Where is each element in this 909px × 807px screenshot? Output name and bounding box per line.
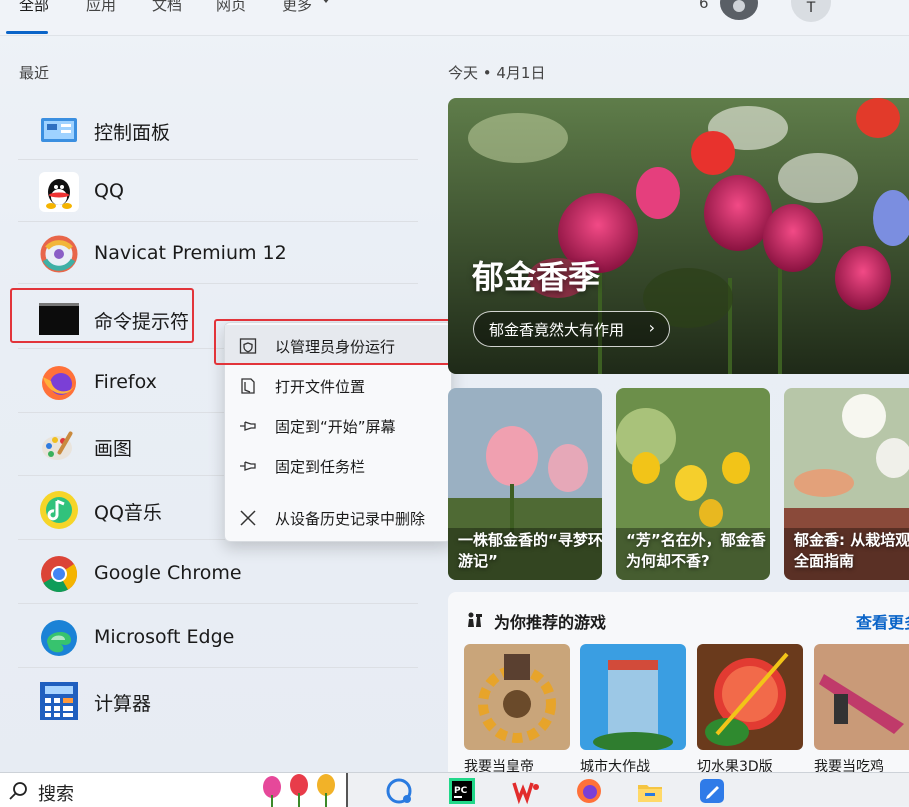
app-item-microsoft-edge[interactable]: Microsoft Edge bbox=[18, 606, 418, 668]
tab-documents[interactable]: 文档 bbox=[152, 0, 182, 15]
app-name: Navicat Premium 12 bbox=[94, 242, 287, 264]
app-item-control-panel[interactable]: 控制面板 bbox=[18, 98, 418, 160]
taskbar-search-box[interactable]: 搜索 bbox=[0, 773, 348, 807]
hero-link-button[interactable]: 郁金香竟然大有作用 › bbox=[473, 311, 670, 347]
taskbar: 搜索 PC bbox=[0, 772, 909, 807]
menu-label: 固定到任务栏 bbox=[275, 458, 366, 476]
svg-text:PC: PC bbox=[454, 786, 468, 796]
game-thumbnail bbox=[580, 644, 686, 750]
app-name: 控制面板 bbox=[94, 122, 171, 144]
today-date: 今天 • 4月1日 bbox=[448, 64, 546, 82]
card-text: “芳”名在外，郁金香为何却不香? bbox=[626, 531, 766, 570]
highlight-box-run-as-admin bbox=[214, 319, 458, 365]
games-section: 为你推荐的游戏 查看更多 我要当皇帝 城市大作战 切水果3D版 我要当吃鸡 bbox=[448, 592, 909, 775]
game-thumbnail bbox=[464, 644, 570, 750]
app-name: Google Chrome bbox=[94, 562, 242, 584]
qq-icon bbox=[39, 172, 79, 212]
app-item-calculator[interactable]: 计算器 bbox=[18, 669, 418, 731]
pin-icon bbox=[240, 421, 256, 431]
close-icon bbox=[240, 510, 256, 526]
navicat-icon bbox=[40, 235, 78, 273]
avatar[interactable]: T bbox=[791, 0, 831, 22]
pycharm-icon[interactable]: PC bbox=[448, 777, 476, 805]
chrome-icon bbox=[41, 556, 78, 593]
active-tab-indicator bbox=[6, 31, 48, 34]
recent-heading: 最近 bbox=[19, 64, 50, 82]
hero-title: 郁金香季 bbox=[472, 258, 601, 296]
games-heading: 为你推荐的游戏 bbox=[494, 613, 607, 632]
tab-all[interactable]: 全部 bbox=[19, 0, 49, 15]
rewards-count: 6 bbox=[699, 0, 709, 12]
news-card-3[interactable]: 郁金香: 从栽培观赏的全面指南 bbox=[784, 388, 909, 580]
menu-label: 固定到“开始”屏幕 bbox=[275, 418, 396, 436]
menu-open-file-location[interactable]: 打开文件位置 bbox=[225, 365, 451, 405]
more-options-button[interactable]: ··· bbox=[862, 0, 882, 7]
card-text: 一株郁金香的“寻梦环游记” bbox=[458, 531, 602, 570]
app-name: Microsoft Edge bbox=[94, 626, 235, 648]
tab-web[interactable]: 网页 bbox=[216, 0, 246, 15]
tab-more[interactable]: 更多 bbox=[282, 0, 312, 15]
app-item-google-chrome[interactable]: Google Chrome bbox=[18, 542, 418, 604]
card-text: 郁金香: 从栽培观赏的全面指南 bbox=[794, 531, 909, 570]
game-tile-4[interactable] bbox=[814, 644, 909, 750]
control-panel-icon bbox=[41, 118, 77, 142]
game-thumbnail bbox=[697, 644, 803, 750]
top-tab-bar: 全部 应用 文档 网页 更多 6 T ··· bbox=[0, 0, 909, 36]
app-item-navicat[interactable]: Navicat Premium 12 bbox=[18, 222, 418, 284]
chess-icon bbox=[468, 612, 482, 627]
notes-app-icon[interactable] bbox=[698, 777, 726, 805]
calculator-icon bbox=[40, 682, 78, 720]
firefox-icon bbox=[42, 366, 76, 400]
news-card-2[interactable]: “芳”名在外，郁金香为何却不香? bbox=[616, 388, 770, 580]
firefox-taskbar-icon[interactable] bbox=[575, 777, 603, 805]
chevron-right-icon: › bbox=[648, 318, 655, 337]
hero-button-label: 郁金香竟然大有作用 bbox=[489, 321, 625, 339]
highlight-box-command-prompt bbox=[10, 288, 194, 343]
chevron-down-icon bbox=[323, 0, 329, 3]
tulip-search-highlight-icon bbox=[263, 774, 335, 807]
game-thumbnail bbox=[814, 644, 909, 750]
menu-label: 打开文件位置 bbox=[275, 378, 366, 396]
edge-icon bbox=[41, 620, 77, 656]
app-name: 画图 bbox=[94, 438, 133, 460]
see-more-link[interactable]: 查看更多 bbox=[856, 609, 909, 633]
app-name: QQ bbox=[94, 180, 124, 202]
menu-label: 从设备历史记录中删除 bbox=[275, 510, 426, 528]
app-name: Firefox bbox=[94, 371, 157, 393]
game-tile-3[interactable] bbox=[697, 644, 803, 750]
pin-icon bbox=[240, 461, 256, 471]
app-name: QQ音乐 bbox=[94, 502, 162, 524]
paint-icon bbox=[42, 431, 73, 460]
search-label: 搜索 bbox=[38, 784, 74, 805]
game-tile-1[interactable] bbox=[464, 644, 570, 750]
menu-pin-to-taskbar[interactable]: 固定到任务栏 bbox=[225, 445, 451, 485]
folder-icon bbox=[241, 378, 255, 394]
rewards-icon[interactable] bbox=[720, 0, 758, 20]
qq-music-icon bbox=[40, 491, 78, 529]
game-tile-2[interactable] bbox=[580, 644, 686, 750]
tab-apps[interactable]: 应用 bbox=[86, 0, 116, 15]
menu-pin-to-start[interactable]: 固定到“开始”屏幕 bbox=[225, 405, 451, 445]
wps-icon[interactable] bbox=[512, 777, 540, 805]
menu-remove-from-history[interactable]: 从设备历史记录中删除 bbox=[225, 497, 451, 537]
news-card-1[interactable]: 一株郁金香的“寻梦环游记” bbox=[448, 388, 602, 580]
app-item-qq[interactable]: QQ bbox=[18, 160, 418, 222]
app-name: 计算器 bbox=[94, 693, 152, 715]
chat-app-icon[interactable] bbox=[385, 777, 413, 805]
file-explorer-icon[interactable] bbox=[636, 777, 664, 805]
search-icon bbox=[9, 782, 27, 800]
